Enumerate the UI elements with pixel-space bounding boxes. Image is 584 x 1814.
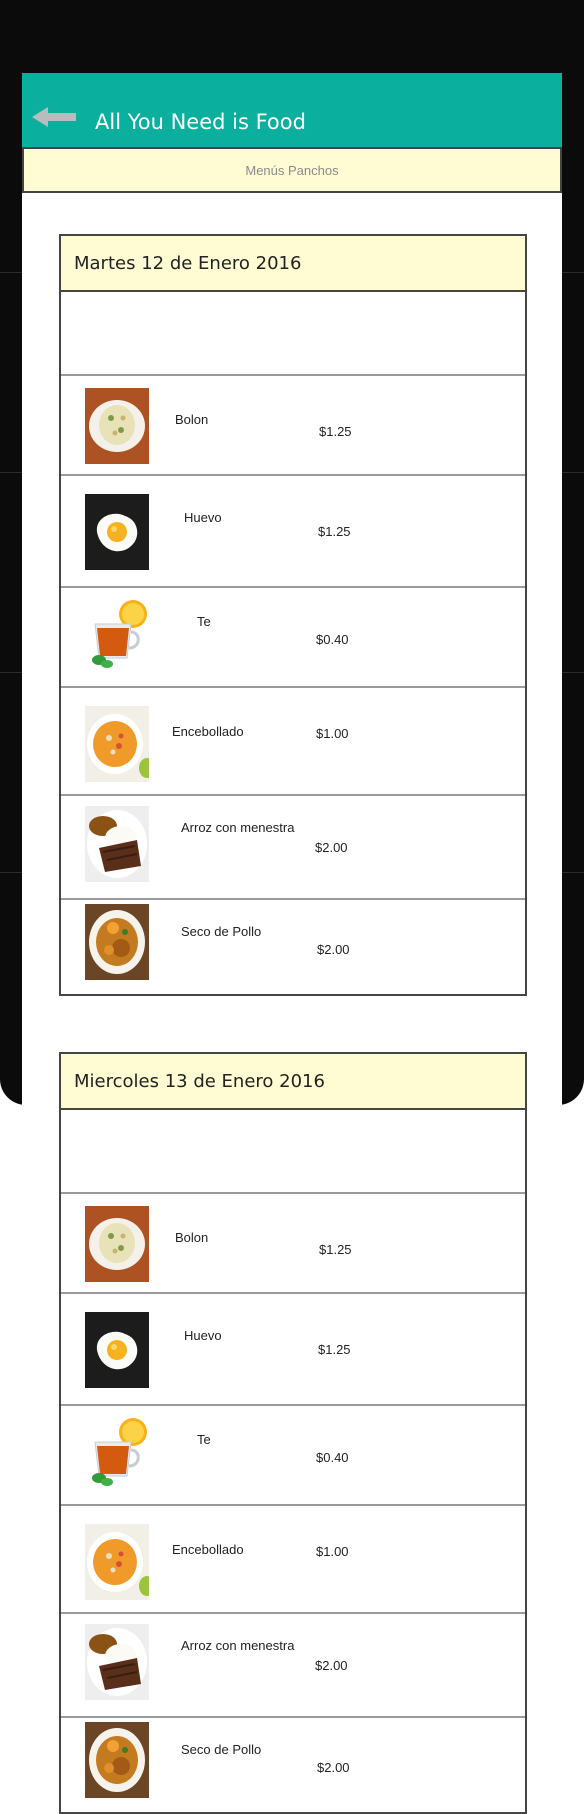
day-header: Miercoles 13 de Enero 2016 [61, 1054, 525, 1110]
day-menu-card: Martes 12 de Enero 2016 Bolon $1.25 Huevo $1… [59, 234, 527, 996]
menu-item-row[interactable]: Seco de Pollo $2.00 [61, 1718, 525, 1812]
frame-divider [0, 272, 22, 273]
menu-item-price: $1.25 [318, 1342, 351, 1357]
back-button[interactable] [32, 107, 76, 127]
menu-item-name: Seco de Pollo [181, 924, 262, 939]
seco-de-pollo-image [85, 1722, 149, 1798]
menu-item-row[interactable]: Seco de Pollo $2.00 [61, 900, 525, 994]
menu-item-price: $0.40 [316, 1450, 349, 1465]
frame-divider [562, 872, 584, 873]
frame-divider [562, 472, 584, 473]
fried-egg-image [85, 1312, 149, 1388]
seco-de-pollo-image [85, 904, 149, 980]
menu-item-price: $1.25 [319, 424, 352, 439]
frame-divider [562, 672, 584, 673]
app-screen: All You Need is Food Menús Panchos Marte… [22, 73, 562, 1814]
day-empty-area [61, 292, 525, 376]
arroz-menestra-image [85, 1624, 149, 1700]
menu-item-price: $1.25 [318, 524, 351, 539]
menu-item-name: Encebollado [172, 1542, 244, 1557]
menu-item-name: Te [197, 614, 211, 629]
menu-item-price: $1.00 [316, 1544, 349, 1559]
frame-divider [0, 672, 22, 673]
menu-item-row[interactable]: Bolon $1.25 [61, 376, 525, 476]
menu-item-row[interactable]: Huevo $1.25 [61, 1294, 525, 1406]
tea-cup-image [85, 1412, 149, 1488]
subheader-label: Menús Panchos [245, 162, 339, 178]
app-title: All You Need is Food [95, 110, 306, 134]
arroz-menestra-image [85, 806, 149, 882]
menu-item-name: Arroz con menestra [181, 820, 295, 835]
menu-item-price: $2.00 [315, 840, 348, 855]
menu-item-price: $2.00 [317, 1760, 350, 1775]
back-arrow-icon [32, 107, 76, 127]
menu-item-name: Huevo [184, 1328, 222, 1343]
menu-item-name: Bolon [175, 1230, 209, 1245]
frame-divider [0, 872, 22, 873]
encebollado-soup-image [85, 1524, 149, 1600]
encebollado-soup-image [85, 706, 149, 782]
fried-egg-image [85, 494, 149, 570]
menu-item-row[interactable]: Encebollado $1.00 [61, 1506, 525, 1614]
frame-divider [562, 272, 584, 273]
bolon-image [85, 1206, 149, 1282]
menu-item-price: $1.00 [316, 726, 349, 741]
menu-item-row[interactable]: Bolon $1.25 [61, 1194, 525, 1294]
day-title: Martes 12 de Enero 2016 [74, 252, 302, 274]
menu-item-row[interactable]: Encebollado $1.00 [61, 688, 525, 796]
menu-item-name: Seco de Pollo [181, 1742, 262, 1757]
menu-item-row[interactable]: Arroz con menestra $2.00 [61, 1614, 525, 1718]
day-empty-area [61, 1110, 525, 1194]
menu-item-row[interactable]: Te $0.40 [61, 588, 525, 688]
tea-cup-image [85, 594, 149, 670]
menu-item-row[interactable]: Arroz con menestra $2.00 [61, 796, 525, 900]
menu-item-price: $2.00 [315, 1658, 348, 1673]
menu-item-name: Encebollado [172, 724, 244, 739]
day-menu-card: Miercoles 13 de Enero 2016 Bolon $1.25 Huev… [59, 1052, 527, 1814]
frame-divider [0, 472, 22, 473]
menu-item-name: Bolon [175, 412, 209, 427]
menu-item-name: Arroz con menestra [181, 1638, 295, 1653]
day-title: Miercoles 13 de Enero 2016 [74, 1070, 325, 1092]
bolon-image [85, 388, 149, 464]
app-bar: All You Need is Food [22, 73, 562, 147]
menu-item-price: $2.00 [317, 942, 350, 957]
day-header: Martes 12 de Enero 2016 [61, 236, 525, 292]
menu-item-row[interactable]: Huevo $1.25 [61, 476, 525, 588]
menu-item-price: $0.40 [316, 632, 349, 647]
menu-item-price: $1.25 [319, 1242, 352, 1257]
menu-item-row[interactable]: Te $0.40 [61, 1406, 525, 1506]
menu-item-name: Te [197, 1432, 211, 1447]
menu-item-name: Huevo [184, 510, 222, 525]
menu-subheader: Menús Panchos [22, 147, 562, 193]
